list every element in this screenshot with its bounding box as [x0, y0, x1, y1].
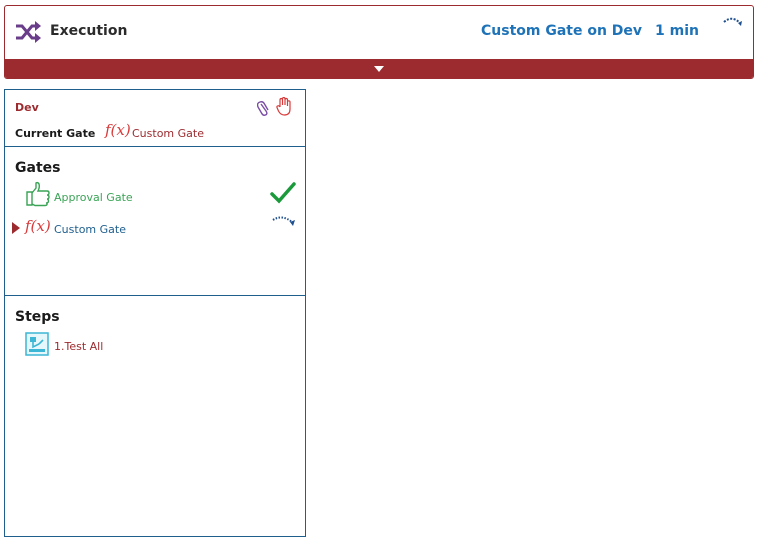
gates-section: Gates Approval Gate f(x) Custom Gate — [5, 147, 305, 296]
function-icon: f(x) — [25, 217, 51, 235]
current-gate-name[interactable]: Custom Gate — [132, 127, 204, 140]
chevron-down-icon[interactable] — [374, 66, 384, 72]
hand-stop-icon[interactable] — [276, 97, 292, 116]
elapsed-duration: 1 min — [655, 23, 699, 39]
execution-title: Execution — [50, 23, 128, 39]
function-icon: f(x) — [105, 121, 131, 139]
gate-name-custom[interactable]: Custom Gate — [54, 223, 126, 236]
expand-details-bar[interactable] — [5, 59, 753, 78]
paperclip-icon[interactable] — [257, 98, 271, 116]
current-gate-arrow-icon — [12, 222, 20, 234]
spinner-icon — [723, 17, 742, 26]
thumbs-up-icon — [26, 181, 50, 207]
header-main: Execution Custom Gate on Dev 1 min — [5, 6, 753, 59]
steps-section: Steps 1.Test All — [5, 296, 305, 536]
spinner-icon — [272, 216, 295, 226]
robot-step-icon — [25, 332, 49, 356]
steps-title: Steps — [15, 309, 60, 325]
shuffle-icon — [16, 21, 41, 43]
environment-name: Dev — [15, 101, 39, 114]
current-gate-status: Custom Gate on Dev — [481, 23, 643, 39]
gates-title: Gates — [15, 160, 61, 176]
checkmark-icon — [270, 182, 296, 204]
execution-header: Execution Custom Gate on Dev 1 min — [4, 5, 754, 79]
environment-section: Dev Current Gate f(x) Custom Gate — [5, 90, 305, 147]
current-gate-label: Current Gate — [15, 127, 96, 140]
stage-panel: Dev Current Gate f(x) Custom Gate Gates … — [4, 89, 306, 537]
gate-name-approval[interactable]: Approval Gate — [54, 191, 133, 204]
step-name[interactable]: 1.Test All — [54, 340, 103, 353]
